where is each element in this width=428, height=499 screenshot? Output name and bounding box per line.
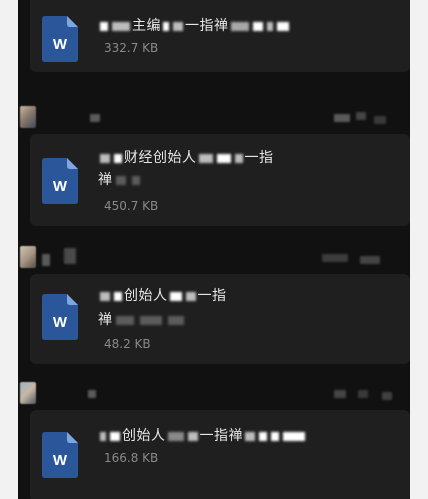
- file-message-card[interactable]: W 创始人 一指 禅 48.2 KB: [30, 274, 410, 364]
- file-name: 主编 一指禅: [98, 16, 291, 36]
- sender-row: [18, 242, 410, 272]
- sender-row: [18, 378, 410, 408]
- word-document-icon: W: [42, 16, 78, 62]
- file-name-part: 创始人: [122, 428, 166, 444]
- file-size: 332.7 KB: [104, 41, 159, 55]
- file-name-part: 财经创始人: [124, 150, 197, 166]
- avatar[interactable]: [20, 246, 36, 268]
- svg-text:W: W: [53, 178, 68, 195]
- file-name-part: 一指禅: [185, 18, 229, 34]
- file-size: 166.8 KB: [104, 451, 159, 465]
- file-name-part: 禅: [98, 172, 113, 188]
- file-name-part: 一指: [197, 288, 227, 304]
- file-name-part: 主编: [132, 18, 161, 34]
- avatar[interactable]: [20, 106, 36, 128]
- file-name-line2: 禅: [98, 310, 187, 330]
- file-name-part: 一指: [244, 150, 274, 166]
- file-message-card[interactable]: W 财经创始人 一指 禅 450.7 KB: [30, 134, 410, 226]
- sender-row: [18, 102, 410, 132]
- file-message-card[interactable]: W 主编 一指禅 332.7 KB: [30, 0, 410, 72]
- file-size: 48.2 KB: [104, 337, 151, 351]
- avatar[interactable]: [20, 382, 36, 404]
- file-name: 创始人 一指: [98, 286, 227, 306]
- file-message-card[interactable]: W 创始人 一指禅 166.8 KB: [30, 410, 410, 499]
- svg-text:W: W: [53, 452, 68, 469]
- word-document-icon: W: [42, 432, 78, 478]
- file-name-part: 创始人: [124, 288, 168, 304]
- chat-screen: W 主编一指禅 332.7 KB W 财经创始人一指 禅 450.7 KB: [18, 0, 410, 499]
- word-document-icon: W: [42, 294, 78, 340]
- file-name-line2: 禅: [98, 170, 143, 190]
- file-name-part: 一指禅: [199, 428, 243, 444]
- file-name: 创始人 一指禅: [98, 426, 307, 446]
- word-document-icon: W: [42, 158, 78, 204]
- svg-text:W: W: [53, 36, 68, 53]
- file-size: 450.7 KB: [104, 199, 159, 213]
- svg-text:W: W: [53, 314, 68, 331]
- file-name: 财经创始人 一指: [98, 148, 274, 168]
- file-name-part: 禅: [98, 312, 113, 328]
